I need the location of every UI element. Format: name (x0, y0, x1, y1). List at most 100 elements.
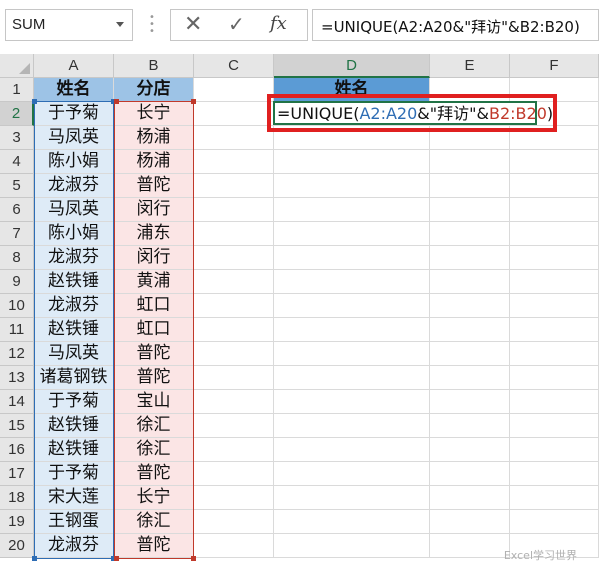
enter-icon[interactable]: ✓ (228, 12, 245, 36)
cell-d15[interactable] (274, 414, 430, 438)
cell-f13[interactable] (510, 366, 599, 390)
insert-function-icon[interactable]: fx (270, 13, 287, 34)
formula-input[interactable]: =UNIQUE(A2:A20&"拜访"&B2:B20) (312, 9, 599, 41)
cell-e16[interactable] (430, 438, 510, 462)
cell-c13[interactable] (194, 366, 274, 390)
cell-e14[interactable] (430, 390, 510, 414)
cell-c10[interactable] (194, 294, 274, 318)
column-header-f[interactable]: F (510, 54, 599, 78)
column-header-e[interactable]: E (430, 54, 510, 78)
cell-d5[interactable] (274, 174, 430, 198)
row-header-11[interactable]: 11 (0, 318, 34, 342)
cell-f10[interactable] (510, 294, 599, 318)
cell-f6[interactable] (510, 198, 599, 222)
cell-c12[interactable] (194, 342, 274, 366)
cell-c6[interactable] (194, 198, 274, 222)
cell-b1[interactable]: 分店 (114, 78, 194, 102)
row-header-13[interactable]: 13 (0, 366, 34, 390)
cell-e18[interactable] (430, 486, 510, 510)
resize-handle[interactable] (191, 99, 196, 104)
row-header-2[interactable]: 2 (0, 102, 34, 126)
row-header-19[interactable]: 19 (0, 510, 34, 534)
cancel-icon[interactable]: ✕ (184, 12, 202, 37)
row-header-18[interactable]: 18 (0, 486, 34, 510)
row-header-16[interactable]: 16 (0, 438, 34, 462)
cell-d19[interactable] (274, 510, 430, 534)
row-header-4[interactable]: 4 (0, 150, 34, 174)
row-header-3[interactable]: 3 (0, 126, 34, 150)
cell-f7[interactable] (510, 222, 599, 246)
cell-c16[interactable] (194, 438, 274, 462)
cell-d6[interactable] (274, 198, 430, 222)
resize-handle[interactable] (114, 556, 119, 561)
row-header-9[interactable]: 9 (0, 270, 34, 294)
column-header-a[interactable]: A (34, 54, 114, 78)
cell-d10[interactable] (274, 294, 430, 318)
cell-d8[interactable] (274, 246, 430, 270)
cell-d17[interactable] (274, 462, 430, 486)
cell-f12[interactable] (510, 342, 599, 366)
cell-c19[interactable] (194, 510, 274, 534)
cell-d7[interactable] (274, 222, 430, 246)
row-header-15[interactable]: 15 (0, 414, 34, 438)
cell-e20[interactable] (430, 534, 510, 558)
cell-d16[interactable] (274, 438, 430, 462)
cell-c18[interactable] (194, 486, 274, 510)
chevron-down-icon[interactable] (116, 22, 124, 27)
cell-e17[interactable] (430, 462, 510, 486)
cell-d14[interactable] (274, 390, 430, 414)
cell-c20[interactable] (194, 534, 274, 558)
row-header-6[interactable]: 6 (0, 198, 34, 222)
row-header-10[interactable]: 10 (0, 294, 34, 318)
column-header-b[interactable]: B (114, 54, 194, 78)
column-header-d[interactable]: D (274, 54, 430, 78)
cell-f8[interactable] (510, 246, 599, 270)
cell-c2[interactable] (194, 102, 274, 126)
resize-handle[interactable] (191, 556, 196, 561)
row-header-5[interactable]: 5 (0, 174, 34, 198)
cell-f17[interactable] (510, 462, 599, 486)
cell-c15[interactable] (194, 414, 274, 438)
cell-e7[interactable] (430, 222, 510, 246)
resize-handle[interactable] (32, 99, 37, 104)
resize-handle[interactable] (32, 556, 37, 561)
row-header-17[interactable]: 17 (0, 462, 34, 486)
cell-c1[interactable] (194, 78, 274, 102)
cell-c8[interactable] (194, 246, 274, 270)
name-box[interactable]: SUM (5, 9, 133, 41)
cell-f4[interactable] (510, 150, 599, 174)
cell-d4[interactable] (274, 150, 430, 174)
cell-e11[interactable] (430, 318, 510, 342)
cell-c14[interactable] (194, 390, 274, 414)
row-header-8[interactable]: 8 (0, 246, 34, 270)
cell-a1[interactable]: 姓名 (34, 78, 114, 102)
cell-d13[interactable] (274, 366, 430, 390)
cell-f11[interactable] (510, 318, 599, 342)
cell-d11[interactable] (274, 318, 430, 342)
row-header-14[interactable]: 14 (0, 390, 34, 414)
cell-f5[interactable] (510, 174, 599, 198)
row-header-12[interactable]: 12 (0, 342, 34, 366)
cell-e12[interactable] (430, 342, 510, 366)
cell-e8[interactable] (430, 246, 510, 270)
cell-e9[interactable] (430, 270, 510, 294)
cell-e13[interactable] (430, 366, 510, 390)
cell-f16[interactable] (510, 438, 599, 462)
cell-d18[interactable] (274, 486, 430, 510)
cell-c3[interactable] (194, 126, 274, 150)
column-header-c[interactable]: C (194, 54, 274, 78)
cell-e19[interactable] (430, 510, 510, 534)
cell-c4[interactable] (194, 150, 274, 174)
cell-c5[interactable] (194, 174, 274, 198)
cell-e4[interactable] (430, 150, 510, 174)
resize-handle[interactable] (114, 99, 119, 104)
cell-c17[interactable] (194, 462, 274, 486)
cell-d9[interactable] (274, 270, 430, 294)
cell-e15[interactable] (430, 414, 510, 438)
row-header-1[interactable]: 1 (0, 78, 34, 102)
row-header-7[interactable]: 7 (0, 222, 34, 246)
cell-d20[interactable] (274, 534, 430, 558)
cell-f19[interactable] (510, 510, 599, 534)
cell-e5[interactable] (430, 174, 510, 198)
cell-e10[interactable] (430, 294, 510, 318)
